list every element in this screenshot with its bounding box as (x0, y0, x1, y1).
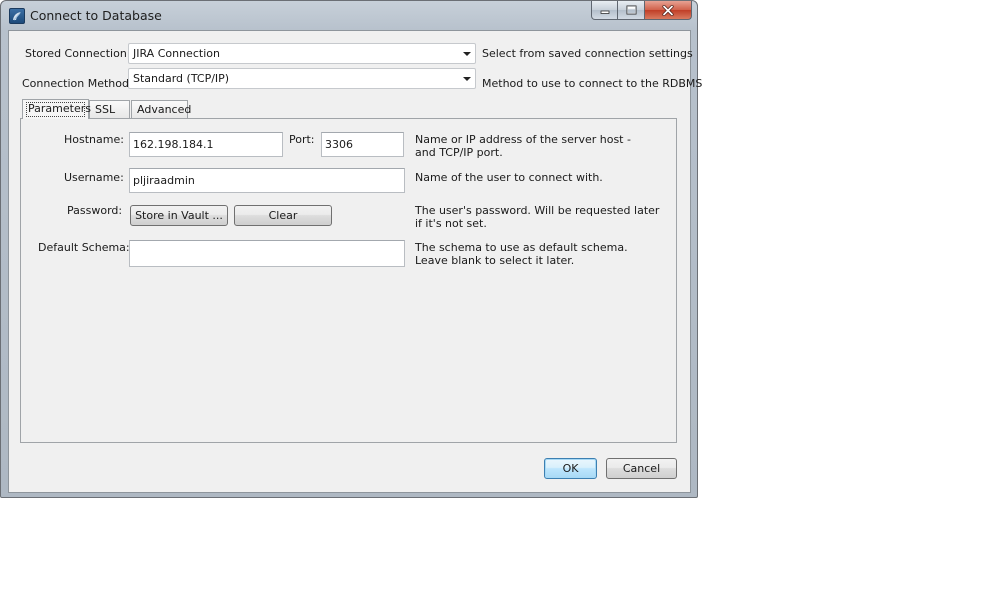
password-label: Password: (67, 204, 123, 217)
close-icon (662, 4, 674, 16)
connection-method-help: Method to use to connect to the RDBMS (482, 77, 703, 90)
maximize-button[interactable] (618, 1, 645, 20)
app-icon (9, 8, 25, 24)
minimize-icon (600, 10, 609, 14)
window-title: Connect to Database (30, 8, 162, 23)
ok-button[interactable]: OK (544, 458, 597, 479)
hostname-input[interactable]: 162.198.184.1 (129, 132, 283, 157)
hostname-help: Name or IP address of the server host - … (415, 133, 631, 159)
default-schema-label: Default Schema: (38, 241, 130, 254)
parameters-panel (20, 118, 677, 443)
port-input[interactable]: 3306 (321, 132, 404, 157)
tab-ssl[interactable]: SSL (89, 100, 130, 119)
stored-connection-select[interactable]: JIRA Connection (128, 43, 476, 64)
connection-method-value: Standard (TCP/IP) (133, 72, 230, 85)
store-in-vault-button[interactable]: Store in Vault ... (130, 205, 228, 226)
tab-advanced[interactable]: Advanced (131, 100, 191, 119)
default-schema-help: The schema to use as default schema. Lea… (415, 241, 628, 267)
chevron-down-icon (463, 77, 471, 81)
close-button[interactable] (645, 1, 692, 20)
username-label: Username: (64, 171, 124, 184)
hostname-label: Hostname: (64, 133, 124, 146)
clear-password-button[interactable]: Clear (234, 205, 332, 226)
chevron-down-icon (463, 52, 471, 56)
minimize-button[interactable] (591, 1, 618, 20)
connection-method-select[interactable]: Standard (TCP/IP) (128, 68, 476, 89)
maximize-icon (626, 5, 636, 15)
port-label: Port: (289, 133, 315, 146)
username-help: Name of the user to connect with. (415, 171, 603, 184)
connection-method-label: Connection Method: (22, 77, 133, 90)
username-input[interactable]: pljiraadmin (129, 168, 405, 193)
stored-connection-value: JIRA Connection (133, 47, 220, 60)
tab-parameters[interactable]: Parameters (22, 99, 91, 119)
stored-connection-label: Stored Connection: (25, 47, 131, 60)
password-help: The user's password. Will be requested l… (415, 204, 660, 230)
cancel-button[interactable]: Cancel (606, 458, 677, 479)
stored-connection-help: Select from saved connection settings (482, 47, 693, 60)
default-schema-input[interactable] (129, 240, 405, 267)
